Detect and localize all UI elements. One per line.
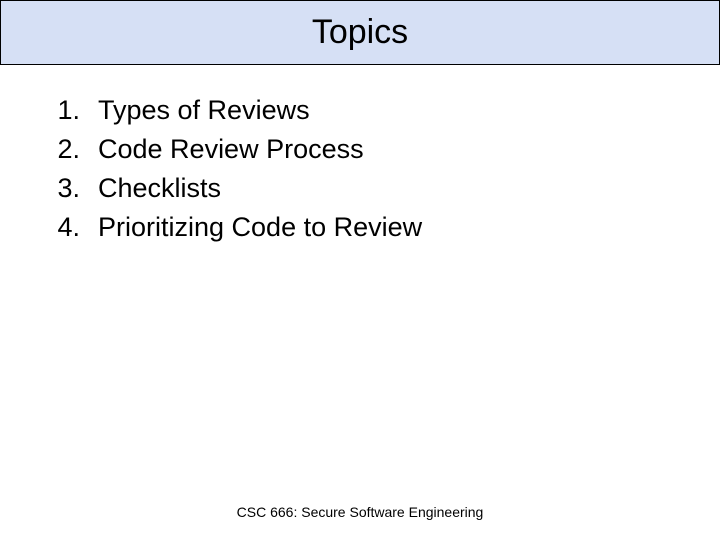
list-text: Types of Reviews bbox=[98, 95, 310, 126]
list-text: Checklists bbox=[98, 173, 221, 204]
list-number: 2. bbox=[40, 134, 80, 165]
list-item: 4. Prioritizing Code to Review bbox=[40, 212, 680, 243]
slide-title: Topics bbox=[1, 13, 719, 52]
list-item: 1. Types of Reviews bbox=[40, 95, 680, 126]
list-text: Code Review Process bbox=[98, 134, 364, 165]
list-number: 3. bbox=[40, 173, 80, 204]
list-number: 4. bbox=[40, 212, 80, 243]
slide-footer: CSC 666: Secure Software Engineering bbox=[0, 504, 720, 522]
topics-list: 1. Types of Reviews 2. Code Review Proce… bbox=[40, 95, 680, 243]
list-item: 2. Code Review Process bbox=[40, 134, 680, 165]
slide-content: 1. Types of Reviews 2. Code Review Proce… bbox=[0, 65, 720, 243]
list-number: 1. bbox=[40, 95, 80, 126]
slide-title-bar: Topics bbox=[0, 0, 720, 65]
list-text: Prioritizing Code to Review bbox=[98, 212, 422, 243]
footer-text: CSC 666: Secure Software Engineering bbox=[237, 504, 484, 520]
list-item: 3. Checklists bbox=[40, 173, 680, 204]
